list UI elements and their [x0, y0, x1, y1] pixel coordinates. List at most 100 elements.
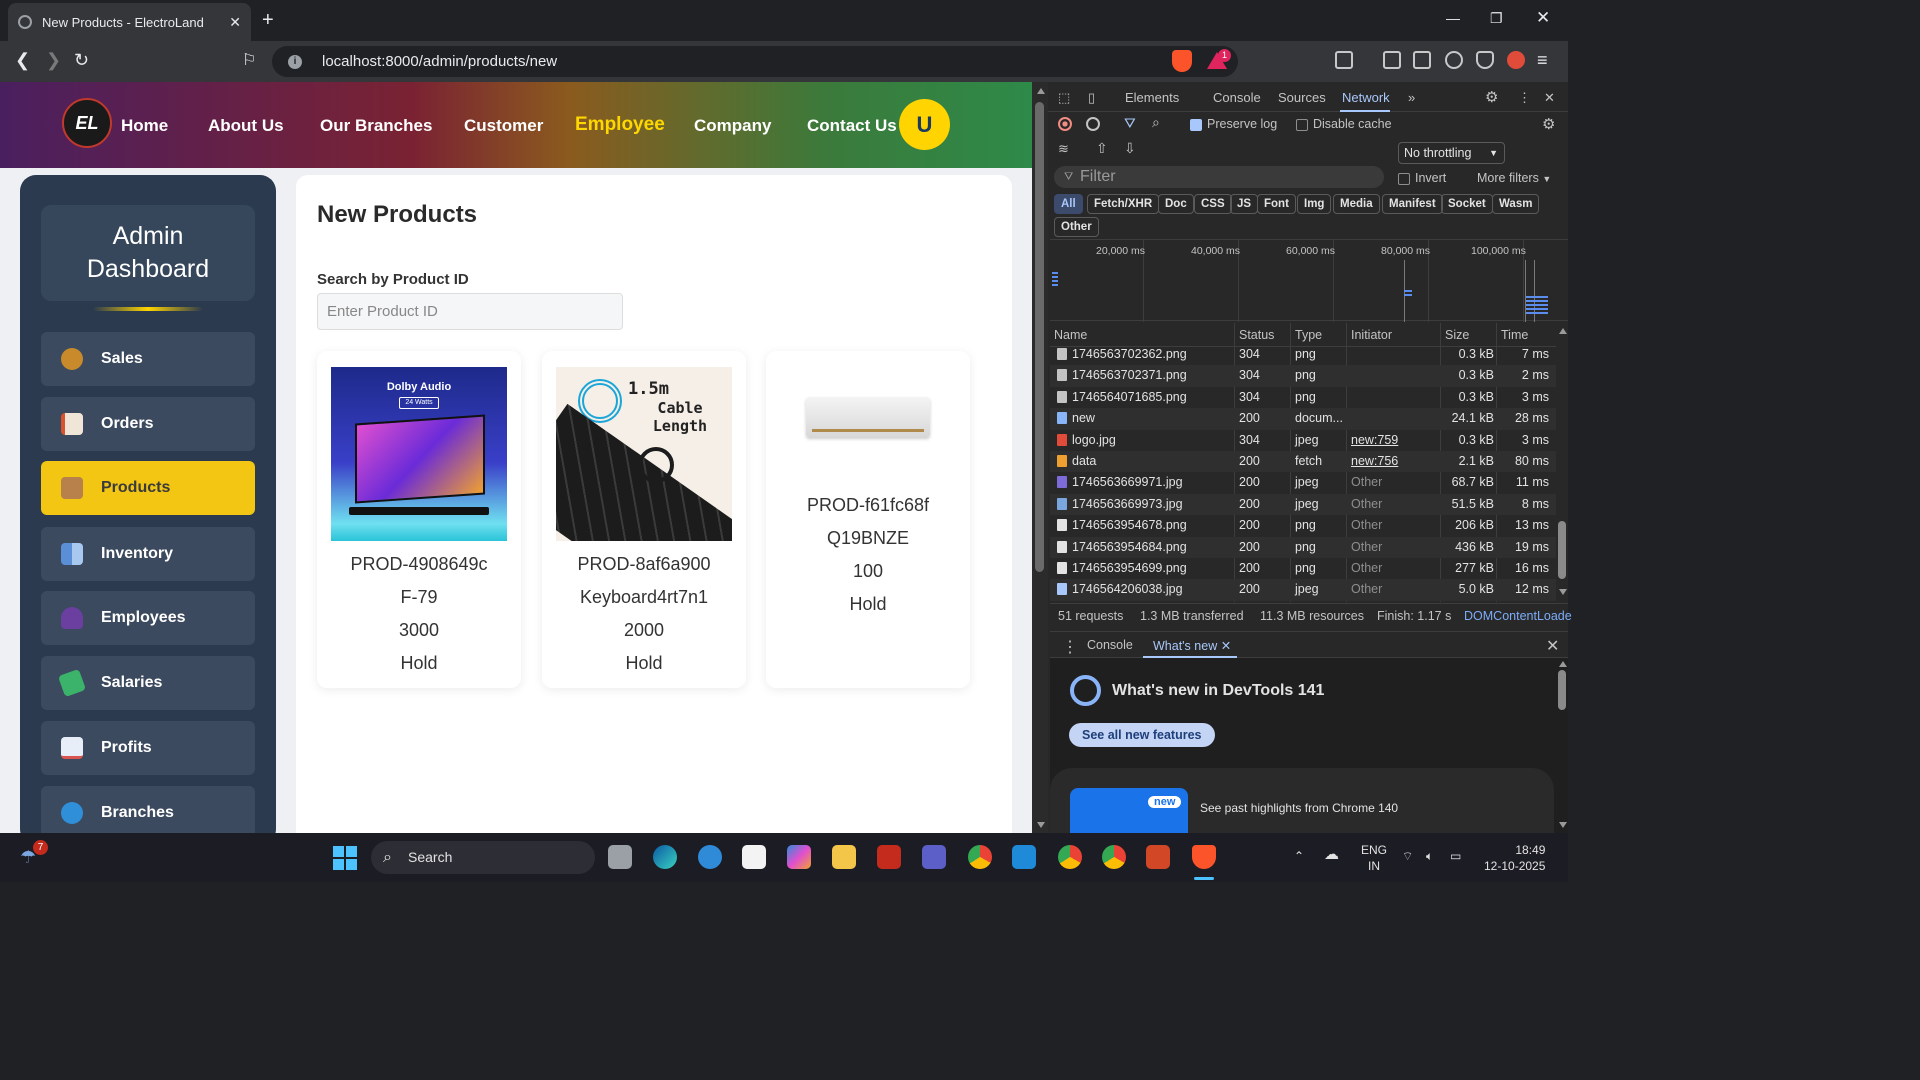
chrome-icon[interactable] [1102, 845, 1126, 869]
table-row[interactable]: 1746563702362.png 304 png 0.3 kB 7 ms [1050, 344, 1556, 365]
tab-network[interactable]: Network [1342, 90, 1390, 105]
product-card[interactable]: Dolby Audio 24 Watts PROD-4908649c F-79 … [317, 351, 521, 688]
chrome-profile-v-icon[interactable] [1058, 845, 1082, 869]
kebab-menu-icon[interactable]: ⋮ [1518, 90, 1531, 106]
more-filters-dropdown[interactable]: More filters ▼ [1477, 171, 1551, 185]
back-button[interactable]: ❮ [15, 50, 30, 71]
profile-icon[interactable] [1507, 51, 1525, 69]
see-all-features-button[interactable]: See all new features [1069, 723, 1215, 747]
volume-icon[interactable]: 🔈︎ [1426, 848, 1433, 864]
table-row[interactable]: logo.jpg 304 jpeg new:759 0.3 kB 3 ms [1050, 430, 1556, 451]
nav-our-branches[interactable]: Our Branches [320, 116, 432, 136]
tab-elements[interactable]: Elements [1125, 90, 1179, 105]
nav-home[interactable]: Home [121, 116, 168, 136]
table-scrollbar[interactable] [1556, 323, 1568, 602]
screenshot-icon[interactable] [1335, 51, 1353, 69]
request-initiator[interactable]: new:759 [1351, 433, 1398, 447]
nav-company[interactable]: Company [694, 116, 771, 136]
type-filter-img[interactable]: Img [1297, 194, 1332, 214]
highlights-card[interactable]: new See past highlights from Chrome 140 [1050, 768, 1554, 838]
filter-input[interactable]: ⛛ Filter [1054, 166, 1384, 188]
page-scrollbar[interactable] [1032, 82, 1048, 833]
forward-button[interactable]: ❯ [46, 50, 61, 71]
product-card[interactable]: PROD-f61fc68f Q19BNZE 100 Hold [766, 351, 970, 688]
sidebar-item-employees[interactable]: Employees [41, 591, 255, 645]
tray-overflow-icon[interactable]: ⌃ [1294, 848, 1304, 864]
type-filter-doc[interactable]: Doc [1158, 194, 1194, 214]
maximize-icon[interactable]: ❐ [1490, 10, 1503, 27]
site-info-icon[interactable]: i [288, 54, 302, 69]
mcafee-icon[interactable] [877, 845, 901, 869]
table-row[interactable]: 1746563954678.png 200 png Other 206 kB 13 ms [1050, 515, 1556, 536]
sidebar-item-inventory[interactable]: Inventory [41, 527, 255, 581]
start-button[interactable] [333, 846, 357, 870]
close-devtools-icon[interactable]: ✕ [1544, 90, 1555, 106]
tab-console[interactable]: Console [1213, 90, 1261, 105]
more-tabs-icon[interactable]: » [1408, 90, 1415, 105]
address-bar[interactable]: i localhost:8000/admin/products/new [272, 46, 1238, 77]
invert-checkbox[interactable]: Invert [1398, 171, 1446, 185]
table-row[interactable]: 1746564071685.png 304 png 0.3 kB 3 ms [1050, 387, 1556, 408]
nav-customer[interactable]: Customer [464, 116, 543, 136]
user-avatar[interactable]: U [899, 99, 950, 150]
table-row[interactable]: data 200 fetch new:756 2.1 kB 80 ms [1050, 451, 1556, 473]
type-filter-media[interactable]: Media [1333, 194, 1380, 214]
col-type[interactable]: Type [1295, 328, 1322, 342]
sidebar-item-branches[interactable]: Branches [41, 786, 255, 833]
get-help-icon[interactable] [698, 845, 722, 869]
search-icon[interactable]: ⌕ [1152, 114, 1160, 131]
filter-funnel-icon[interactable]: ⛛ [1124, 115, 1136, 132]
powerpoint-icon[interactable] [1146, 845, 1170, 869]
brave-icon[interactable] [1192, 845, 1216, 869]
store-icon[interactable] [742, 845, 766, 869]
menu-icon[interactable]: ≡ [1537, 50, 1548, 71]
product-id-search-input[interactable] [317, 293, 623, 330]
network-timeline-overview[interactable]: 20,000 ms 40,000 ms 60,000 ms 80,000 ms … [1050, 239, 1568, 322]
type-filter-socket[interactable]: Socket [1441, 194, 1493, 214]
disable-cache-checkbox[interactable]: Disable cache [1296, 117, 1392, 131]
table-row[interactable]: 1746564206038.jpg 200 jpeg Other 5.0 kB 12 ms [1050, 579, 1556, 601]
request-initiator[interactable]: new:756 [1351, 454, 1398, 468]
close-tab-icon[interactable]: ✕ [229, 14, 241, 31]
type-filter-css[interactable]: CSS [1194, 194, 1232, 214]
preserve-log-checkbox[interactable]: Preserve log [1190, 117, 1277, 131]
export-har-icon[interactable]: ⇩ [1124, 140, 1136, 157]
table-row[interactable]: 1746563954699.png 200 png Other 277 kB 16 ms [1050, 558, 1556, 579]
brave-shields-icon[interactable] [1172, 50, 1192, 72]
sidebar-item-salaries[interactable]: Salaries [41, 656, 255, 710]
inspect-element-icon[interactable]: ⬚ [1058, 90, 1070, 106]
table-row[interactable]: 1746563954684.png 200 png Other 436 kB 19 ms [1050, 536, 1556, 558]
col-size[interactable]: Size [1445, 328, 1469, 342]
nav-contact-us[interactable]: Contact Us [807, 116, 897, 136]
clock[interactable]: 18:49 12-10-2025 [1484, 842, 1545, 874]
taskbar-search[interactable]: ⌕ Search [371, 841, 595, 874]
type-filter-js[interactable]: JS [1230, 194, 1259, 214]
close-window-icon[interactable]: ✕ [1536, 8, 1550, 28]
minimize-icon[interactable]: — [1446, 10, 1460, 26]
sidebar-item-products[interactable]: Products [41, 461, 255, 515]
browser-tab[interactable]: New Products - ElectroLand ✕ [8, 3, 251, 41]
copilot-icon[interactable] [787, 845, 811, 869]
throttling-select[interactable]: No throttling ▼ [1398, 142, 1505, 164]
battery-icon[interactable]: ▭ [1450, 848, 1461, 864]
network-conditions-icon[interactable]: ≋ [1058, 141, 1069, 157]
vscode-icon[interactable] [1012, 845, 1036, 869]
sidebar-item-orders[interactable]: Orders [41, 397, 255, 451]
nav-about-us[interactable]: About Us [208, 116, 284, 136]
device-toolbar-icon[interactable]: ▯ [1088, 90, 1095, 106]
type-filter-wasm[interactable]: Wasm [1492, 194, 1540, 214]
close-drawer-icon[interactable]: ✕ [1546, 636, 1559, 656]
sidebar-item-profits[interactable]: Profits [41, 721, 255, 775]
drawer-scrollbar[interactable] [1556, 658, 1568, 833]
col-status[interactable]: Status [1239, 328, 1274, 342]
table-row[interactable]: new 200 docum... 24.1 kB 28 ms [1050, 408, 1556, 430]
teams-icon[interactable] [922, 845, 946, 869]
new-tab-button[interactable]: + [262, 9, 274, 32]
col-name[interactable]: Name [1054, 328, 1087, 342]
type-filter-font[interactable]: Font [1257, 194, 1296, 214]
chrome-profile-s-icon[interactable] [968, 845, 992, 869]
language-indicator[interactable]: ENG IN [1361, 842, 1387, 874]
onedrive-icon[interactable]: ☁ [1324, 847, 1339, 863]
product-card[interactable]: 1.5m Cable Length PROD-8af6a900 Keyboard… [542, 351, 746, 688]
clear-icon[interactable] [1086, 117, 1100, 131]
